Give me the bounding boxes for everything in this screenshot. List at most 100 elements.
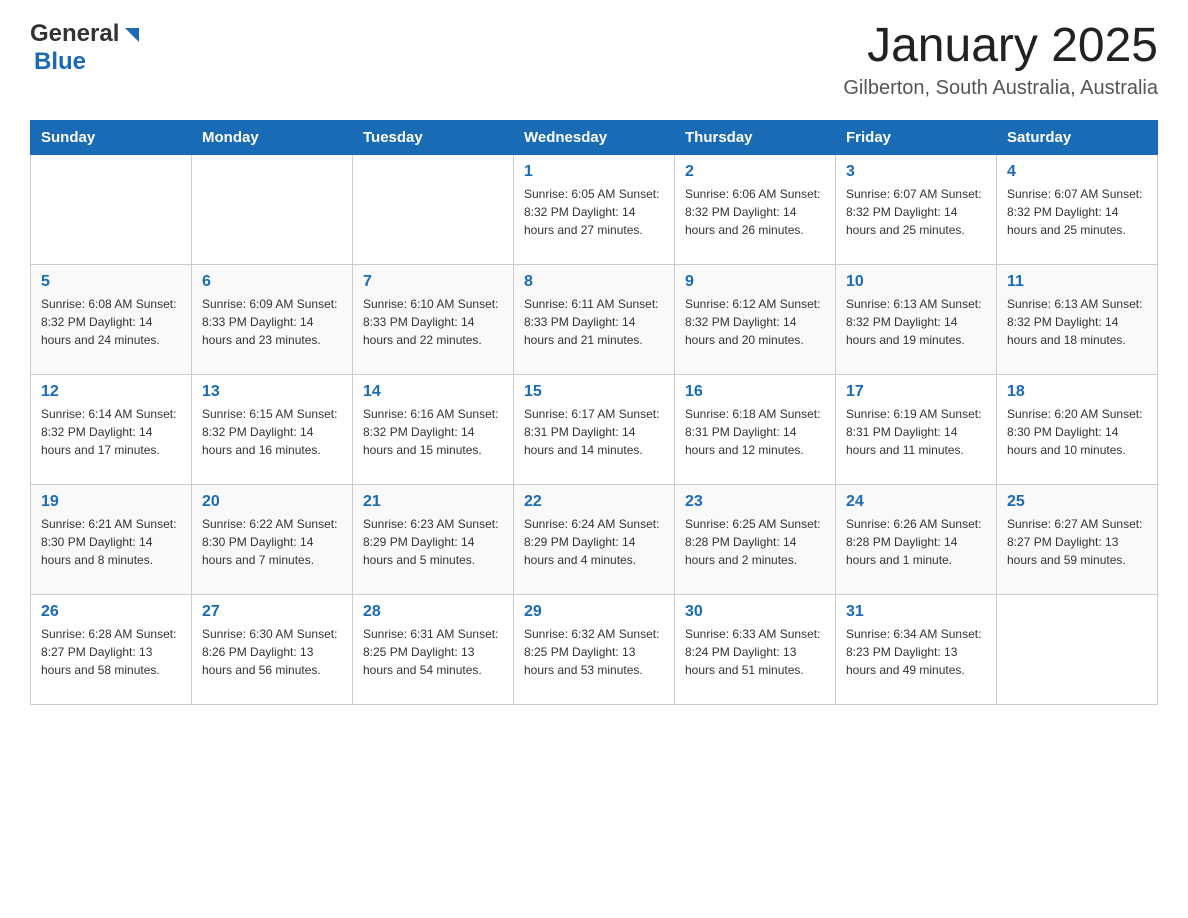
day-info: Sunrise: 6:12 AM Sunset: 8:32 PM Dayligh… bbox=[685, 295, 825, 349]
day-number: 14 bbox=[363, 383, 503, 401]
calendar-cell: 25Sunrise: 6:27 AM Sunset: 8:27 PM Dayli… bbox=[997, 484, 1158, 594]
day-number: 4 bbox=[1007, 163, 1147, 181]
day-number: 9 bbox=[685, 273, 825, 291]
day-info: Sunrise: 6:07 AM Sunset: 8:32 PM Dayligh… bbox=[1007, 185, 1147, 239]
calendar-cell: 11 Sunrise: 6:13 AM Sunset: 8:32 PM Dayli… bbox=[997, 264, 1158, 374]
calendar-cell: 28 Sunrise: 6:31 AM Sunset: 8:25 PM Dayli… bbox=[353, 594, 514, 704]
calendar-cell: 14Sunrise: 6:16 AM Sunset: 8:32 PM Dayli… bbox=[353, 374, 514, 484]
day-number: 22 bbox=[524, 493, 664, 511]
calendar-week-row: 1 Sunrise: 6:05 AM Sunset: 8:32 PM Daylig… bbox=[31, 154, 1158, 264]
day-info: Sunrise: 6:14 AM Sunset: 8:32 PM Dayligh… bbox=[41, 405, 181, 459]
day-info: Sunrise: 6:20 AM Sunset: 8:30 PM Dayligh… bbox=[1007, 405, 1147, 459]
day-info: Sunrise: 6:13 AM Sunset: 8:32 PM Dayligh… bbox=[1007, 295, 1147, 349]
day-number: 7 bbox=[363, 273, 503, 291]
calendar-week-row: 12 Sunrise: 6:14 AM Sunset: 8:32 PM Dayli… bbox=[31, 374, 1158, 484]
day-number: 19 bbox=[41, 493, 181, 511]
day-number: 18 bbox=[1007, 383, 1147, 401]
day-info: Sunrise: 6:13 AM Sunset: 8:32 PM Dayligh… bbox=[846, 295, 986, 349]
day-info: Sunrise: 6:05 AM Sunset: 8:32 PM Dayligh… bbox=[524, 185, 664, 239]
calendar-cell: 12 Sunrise: 6:14 AM Sunset: 8:32 PM Dayli… bbox=[31, 374, 192, 484]
day-number: 2 bbox=[685, 163, 825, 181]
page-header: General Blue January 2025 Gilberton, Sou… bbox=[30, 20, 1158, 100]
day-number: 15 bbox=[524, 383, 664, 401]
day-info: Sunrise: 6:22 AM Sunset: 8:30 PM Dayligh… bbox=[202, 515, 342, 569]
logo-blue-text: Blue bbox=[34, 48, 86, 76]
weekday-header-row: SundayMondayTuesdayWednesdayThursdayFrid… bbox=[31, 120, 1158, 154]
weekday-header-sunday: Sunday bbox=[31, 120, 192, 154]
day-info: Sunrise: 6:15 AM Sunset: 8:32 PM Dayligh… bbox=[202, 405, 342, 459]
day-info: Sunrise: 6:31 AM Sunset: 8:25 PM Dayligh… bbox=[363, 625, 503, 679]
calendar-cell: 19 Sunrise: 6:21 AM Sunset: 8:30 PM Dayli… bbox=[31, 484, 192, 594]
calendar-cell: 26 Sunrise: 6:28 AM Sunset: 8:27 PM Dayli… bbox=[31, 594, 192, 704]
weekday-header-saturday: Saturday bbox=[997, 120, 1158, 154]
day-info: Sunrise: 6:18 AM Sunset: 8:31 PM Dayligh… bbox=[685, 405, 825, 459]
calendar-cell: 21 Sunrise: 6:23 AM Sunset: 8:29 PM Dayli… bbox=[353, 484, 514, 594]
weekday-header-monday: Monday bbox=[192, 120, 353, 154]
calendar-week-row: 5 Sunrise: 6:08 AM Sunset: 8:32 PM Daylig… bbox=[31, 264, 1158, 374]
weekday-header-wednesday: Wednesday bbox=[514, 120, 675, 154]
calendar-cell: 29Sunrise: 6:32 AM Sunset: 8:25 PM Dayli… bbox=[514, 594, 675, 704]
day-number: 6 bbox=[202, 273, 342, 291]
weekday-header-tuesday: Tuesday bbox=[353, 120, 514, 154]
calendar-cell bbox=[997, 594, 1158, 704]
logo-triangle-icon bbox=[121, 24, 143, 46]
calendar-week-row: 19 Sunrise: 6:21 AM Sunset: 8:30 PM Dayli… bbox=[31, 484, 1158, 594]
calendar-cell: 30Sunrise: 6:33 AM Sunset: 8:24 PM Dayli… bbox=[675, 594, 836, 704]
day-info: Sunrise: 6:28 AM Sunset: 8:27 PM Dayligh… bbox=[41, 625, 181, 679]
calendar-cell: 17Sunrise: 6:19 AM Sunset: 8:31 PM Dayli… bbox=[836, 374, 997, 484]
weekday-header-friday: Friday bbox=[836, 120, 997, 154]
day-info: Sunrise: 6:27 AM Sunset: 8:27 PM Dayligh… bbox=[1007, 515, 1147, 569]
calendar-cell: 4 Sunrise: 6:07 AM Sunset: 8:32 PM Daylig… bbox=[997, 154, 1158, 264]
day-info: Sunrise: 6:26 AM Sunset: 8:28 PM Dayligh… bbox=[846, 515, 986, 569]
day-number: 26 bbox=[41, 603, 181, 621]
day-info: Sunrise: 6:24 AM Sunset: 8:29 PM Dayligh… bbox=[524, 515, 664, 569]
day-number: 16 bbox=[685, 383, 825, 401]
day-number: 11 bbox=[1007, 273, 1147, 291]
day-info: Sunrise: 6:06 AM Sunset: 8:32 PM Dayligh… bbox=[685, 185, 825, 239]
calendar-cell: 10 Sunrise: 6:13 AM Sunset: 8:32 PM Dayli… bbox=[836, 264, 997, 374]
calendar-table: SundayMondayTuesdayWednesdayThursdayFrid… bbox=[30, 120, 1158, 705]
calendar-cell: 16 Sunrise: 6:18 AM Sunset: 8:31 PM Dayli… bbox=[675, 374, 836, 484]
calendar-cell: 1 Sunrise: 6:05 AM Sunset: 8:32 PM Daylig… bbox=[514, 154, 675, 264]
day-number: 30 bbox=[685, 603, 825, 621]
day-number: 28 bbox=[363, 603, 503, 621]
day-number: 12 bbox=[41, 383, 181, 401]
day-number: 21 bbox=[363, 493, 503, 511]
logo: General Blue bbox=[30, 20, 143, 76]
day-info: Sunrise: 6:30 AM Sunset: 8:26 PM Dayligh… bbox=[202, 625, 342, 679]
day-number: 8 bbox=[524, 273, 664, 291]
logo-general-text: General bbox=[30, 20, 119, 48]
day-number: 13 bbox=[202, 383, 342, 401]
calendar-cell: 18 Sunrise: 6:20 AM Sunset: 8:30 PM Dayli… bbox=[997, 374, 1158, 484]
calendar-title: January 2025 bbox=[843, 20, 1158, 73]
day-info: Sunrise: 6:08 AM Sunset: 8:32 PM Dayligh… bbox=[41, 295, 181, 349]
day-number: 1 bbox=[524, 163, 664, 181]
day-number: 31 bbox=[846, 603, 986, 621]
calendar-cell: 2 Sunrise: 6:06 AM Sunset: 8:32 PM Daylig… bbox=[675, 154, 836, 264]
day-info: Sunrise: 6:25 AM Sunset: 8:28 PM Dayligh… bbox=[685, 515, 825, 569]
calendar-cell: 31 Sunrise: 6:34 AM Sunset: 8:23 PM Dayli… bbox=[836, 594, 997, 704]
day-info: Sunrise: 6:10 AM Sunset: 8:33 PM Dayligh… bbox=[363, 295, 503, 349]
calendar-cell: 8 Sunrise: 6:11 AM Sunset: 8:33 PM Daylig… bbox=[514, 264, 675, 374]
day-info: Sunrise: 6:23 AM Sunset: 8:29 PM Dayligh… bbox=[363, 515, 503, 569]
calendar-subtitle: Gilberton, South Australia, Australia bbox=[843, 77, 1158, 100]
day-number: 5 bbox=[41, 273, 181, 291]
calendar-cell: 27Sunrise: 6:30 AM Sunset: 8:26 PM Dayli… bbox=[192, 594, 353, 704]
calendar-cell: 6 Sunrise: 6:09 AM Sunset: 8:33 PM Daylig… bbox=[192, 264, 353, 374]
calendar-cell bbox=[192, 154, 353, 264]
day-info: Sunrise: 6:17 AM Sunset: 8:31 PM Dayligh… bbox=[524, 405, 664, 459]
day-info: Sunrise: 6:11 AM Sunset: 8:33 PM Dayligh… bbox=[524, 295, 664, 349]
calendar-cell: 22 Sunrise: 6:24 AM Sunset: 8:29 PM Dayli… bbox=[514, 484, 675, 594]
day-number: 17 bbox=[846, 383, 986, 401]
day-info: Sunrise: 6:21 AM Sunset: 8:30 PM Dayligh… bbox=[41, 515, 181, 569]
day-info: Sunrise: 6:34 AM Sunset: 8:23 PM Dayligh… bbox=[846, 625, 986, 679]
day-info: Sunrise: 6:09 AM Sunset: 8:33 PM Dayligh… bbox=[202, 295, 342, 349]
calendar-cell: 3Sunrise: 6:07 AM Sunset: 8:32 PM Daylig… bbox=[836, 154, 997, 264]
calendar-week-row: 26 Sunrise: 6:28 AM Sunset: 8:27 PM Dayli… bbox=[31, 594, 1158, 704]
day-number: 10 bbox=[846, 273, 986, 291]
title-area: January 2025 Gilberton, South Australia,… bbox=[843, 20, 1158, 100]
day-number: 24 bbox=[846, 493, 986, 511]
calendar-cell: 20Sunrise: 6:22 AM Sunset: 8:30 PM Dayli… bbox=[192, 484, 353, 594]
calendar-cell bbox=[353, 154, 514, 264]
day-number: 23 bbox=[685, 493, 825, 511]
